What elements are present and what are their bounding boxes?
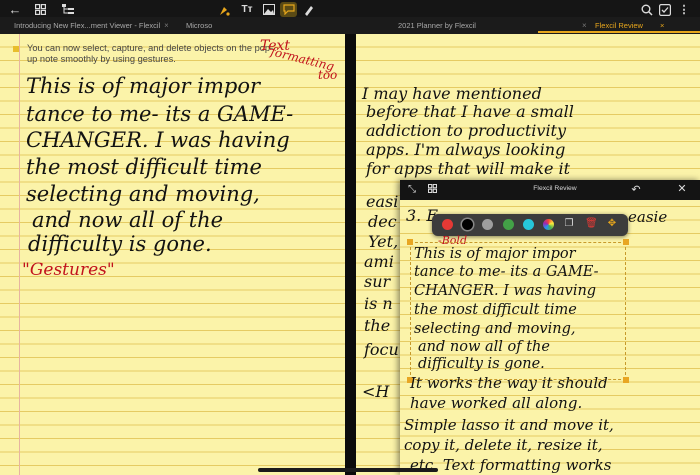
tab-label: Flexcil Review <box>595 21 643 30</box>
handwriting-line: the most difficult time <box>26 155 262 179</box>
handwriting-line: tance to me- its a GAME- <box>414 264 599 280</box>
handwriting-line: easi <box>366 192 399 211</box>
handwriting-line: the most difficult time <box>414 302 577 318</box>
comment-tool-icon[interactable] <box>280 2 297 17</box>
close-icon[interactable]: × <box>660 21 664 30</box>
selection-handle[interactable] <box>623 377 629 383</box>
handwriting-line: difficulty is gone. <box>418 356 545 372</box>
checklist-icon[interactable] <box>658 4 672 19</box>
handwriting-line: dec <box>368 212 397 231</box>
handwriting-line: <H <box>362 382 390 401</box>
handwriting-line: ami <box>364 252 394 271</box>
handwriting-line: selecting and moving, <box>26 182 260 206</box>
pen-tool-icon[interactable] <box>217 4 231 20</box>
color-swatch-black[interactable] <box>462 219 473 230</box>
split-divider[interactable] <box>345 34 356 475</box>
handwriting-line: copy it, delete it, resize it, <box>404 436 603 454</box>
tab-planner[interactable]: 2021 Planner by Flexcil× <box>398 18 520 33</box>
delete-icon[interactable]: 🗑 <box>585 218 598 230</box>
file-tree-icon[interactable] <box>61 4 75 18</box>
image-tool-icon[interactable] <box>262 4 276 18</box>
tab-microsoft[interactable]: Microso <box>186 18 219 33</box>
popup-grid-icon[interactable] <box>426 183 438 196</box>
close-icon[interactable]: × <box>164 21 168 30</box>
tab-introducing[interactable]: Introducing New Flex...ment Viewer - Fle… <box>14 18 168 33</box>
tab-label: 2021 Planner by Flexcil <box>398 21 476 30</box>
pencil-tool-icon[interactable] <box>302 4 316 19</box>
handwriting-line: etc. Text formatting works <box>410 456 612 474</box>
selection-handle[interactable] <box>407 239 413 245</box>
handwriting-line: CHANGER. I was having <box>26 128 290 152</box>
handwriting-line: Yet, <box>368 232 399 251</box>
color-swatch-cyan[interactable] <box>523 219 534 230</box>
handwriting-line: It works the way it should <box>410 374 608 392</box>
screen: ← Tт ⋮ Introducing New Flex...ment Viewe… <box>0 0 700 475</box>
back-arrow-icon[interactable]: ← <box>8 3 22 16</box>
red-gestures-annotation: "Gestures" <box>22 260 115 280</box>
collapse-icon[interactable]: ⤡ <box>406 184 418 196</box>
handwriting-line: apps. I'm always looking <box>366 140 566 159</box>
selection-handle[interactable] <box>623 239 629 245</box>
handwriting-line: and now all of the <box>418 339 550 355</box>
more-icon[interactable]: ⋮ <box>677 4 691 16</box>
popup-close-icon[interactable]: ✕ <box>676 183 688 195</box>
handwriting-line: This is of major impor <box>26 74 261 98</box>
handwriting-line: easie <box>628 208 668 226</box>
handwriting-line: and now all of the <box>32 208 224 232</box>
sticky-marker <box>13 46 19 52</box>
handwriting-line: Simple lasso it and move it, <box>404 416 614 434</box>
undo-icon[interactable]: ↶ <box>630 184 642 196</box>
text-tool-icon[interactable]: Tт <box>240 4 254 16</box>
move-icon[interactable]: ✥ <box>606 218 618 230</box>
handwriting-line: sur <box>364 272 391 291</box>
color-swatch-gray[interactable] <box>482 219 493 230</box>
handwriting-line: is n <box>364 294 393 313</box>
red-margin-note-line: too <box>318 68 338 82</box>
handwriting-line: focu <box>364 340 399 359</box>
handwriting-line: before that I have a small <box>366 102 574 121</box>
search-icon[interactable] <box>640 4 654 19</box>
color-swatch-red[interactable] <box>442 219 453 230</box>
handwriting-line: selecting and moving, <box>414 321 576 337</box>
gesture-tip-text: You can now select, capture, and delete … <box>27 43 274 65</box>
grid-icon[interactable] <box>33 4 47 18</box>
color-palette-icon[interactable] <box>543 219 554 230</box>
tab-label: Microso <box>186 21 213 30</box>
handwriting-line: tance to me- its a GAME- <box>26 102 294 126</box>
handwriting-line: the <box>364 316 391 335</box>
tab-flexcil-close[interactable]: × <box>660 18 676 33</box>
handwriting-line: have worked all along. <box>410 394 583 412</box>
tab-label: Introducing New Flex...ment Viewer - Fle… <box>14 21 161 30</box>
handwriting-line: CHANGER. I was having <box>414 283 597 299</box>
handwriting-line: for apps that will make it <box>366 159 571 178</box>
handwriting-line: addiction to productivity <box>366 121 567 140</box>
handwriting-line: This is of major impor <box>414 246 576 262</box>
color-swatch-green[interactable] <box>503 219 514 230</box>
handwriting-line: difficulty is gone. <box>28 232 212 256</box>
handwriting-line: I may have mentioned <box>362 84 542 103</box>
copy-icon[interactable]: ❐ <box>563 218 575 230</box>
popup-note-title: Flexcil Review <box>533 185 577 192</box>
home-indicator[interactable] <box>258 468 438 472</box>
